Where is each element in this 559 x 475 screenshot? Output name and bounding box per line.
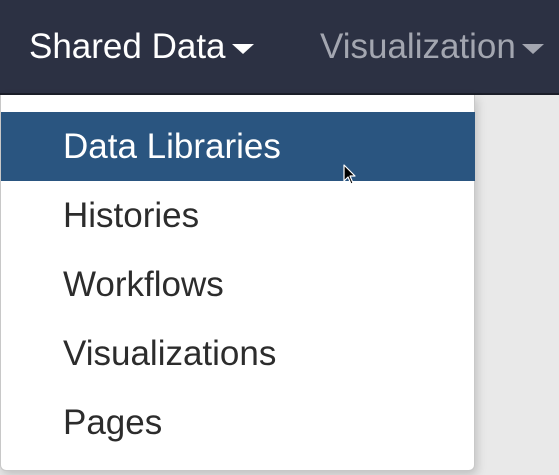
menu-item-data-libraries[interactable]: Data Libraries bbox=[1, 112, 475, 181]
top-navbar: Shared Data Visualization bbox=[0, 0, 559, 95]
menu-item-pages[interactable]: Pages bbox=[1, 388, 475, 457]
menu-item-visualizations[interactable]: Visualizations bbox=[1, 319, 475, 388]
nav-visualization-label: Visualization bbox=[320, 26, 516, 66]
nav-shared-data[interactable]: Shared Data bbox=[29, 0, 254, 93]
caret-down-icon bbox=[231, 43, 254, 54]
nav-shared-data-label: Shared Data bbox=[29, 26, 226, 66]
menu-item-workflows[interactable]: Workflows bbox=[1, 250, 475, 319]
nav-visualization[interactable]: Visualization bbox=[320, 0, 544, 93]
menu-item-label: Histories bbox=[63, 195, 200, 235]
menu-item-label: Data Libraries bbox=[63, 126, 281, 166]
menu-item-histories[interactable]: Histories bbox=[1, 181, 475, 250]
menu-item-label: Workflows bbox=[63, 264, 224, 304]
caret-down-icon bbox=[521, 43, 544, 54]
menu-item-label: Pages bbox=[63, 402, 163, 442]
shared-data-dropdown-menu: Data Libraries Histories Workflows Visua… bbox=[0, 95, 475, 471]
menu-item-label: Visualizations bbox=[63, 333, 277, 373]
mouse-cursor-icon bbox=[343, 164, 356, 185]
